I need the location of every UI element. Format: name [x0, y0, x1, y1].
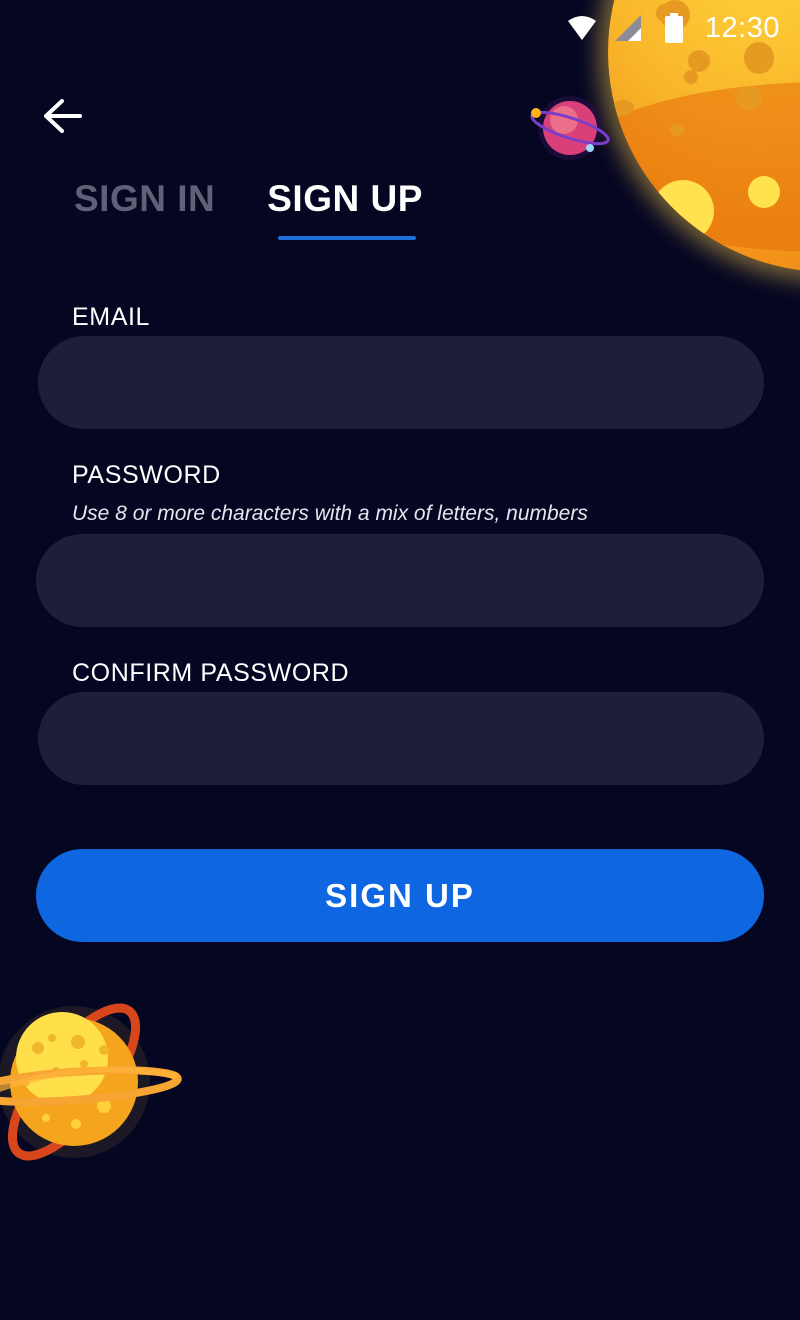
status-time: 12:30 — [704, 11, 780, 44]
sign-up-screen: 12:30 SIGN IN SIGN UP EMAIL PASSWORD Use… — [0, 0, 800, 1320]
status-bar: 12:30 — [567, 0, 800, 56]
cell-signal-icon — [613, 13, 643, 43]
sign-up-button[interactable]: SIGN UP — [36, 849, 764, 942]
tab-sign-up[interactable]: SIGN UP — [267, 178, 423, 240]
confirm-password-label: CONFIRM PASSWORD — [72, 659, 350, 687]
planet-illustration-small — [530, 96, 610, 160]
tab-sign-in-label: SIGN IN — [74, 178, 216, 219]
battery-icon — [659, 13, 689, 43]
email-label: EMAIL — [72, 303, 151, 331]
auth-tabs: SIGN IN SIGN UP — [74, 178, 423, 240]
active-tab-indicator — [278, 236, 416, 240]
tab-sign-up-label: SIGN UP — [267, 178, 423, 219]
password-field[interactable] — [36, 534, 764, 627]
password-label: PASSWORD — [72, 461, 221, 489]
password-hint: Use 8 or more characters with a mix of l… — [72, 502, 588, 525]
wifi-icon — [567, 13, 597, 43]
back-button[interactable] — [36, 92, 88, 140]
arrow-left-icon — [44, 99, 82, 133]
ringed-planet-illustration — [0, 1003, 182, 1161]
tab-sign-in[interactable]: SIGN IN — [74, 178, 215, 234]
email-field[interactable] — [38, 336, 764, 429]
confirm-password-field[interactable] — [38, 692, 764, 785]
